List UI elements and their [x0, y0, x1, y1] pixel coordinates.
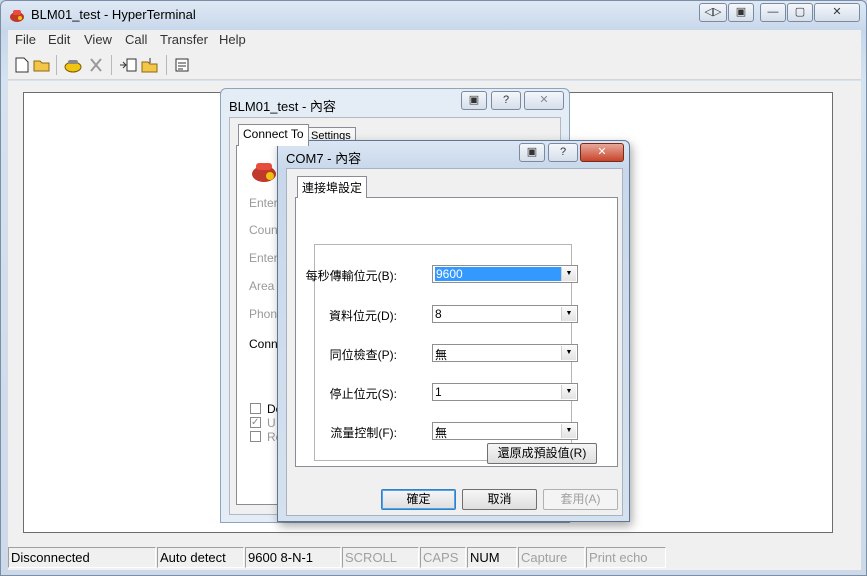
maximize-button[interactable]: ▢ — [787, 3, 813, 22]
chevron-down-icon[interactable]: ▼ — [561, 267, 576, 281]
chevron-down-icon[interactable]: ▼ — [561, 346, 576, 360]
switch-window-button[interactable]: ◁▷ — [699, 3, 727, 22]
parity-select[interactable]: 無 ▼ — [432, 344, 578, 362]
dialog-title: BLM01_test - 內容 — [229, 99, 336, 114]
dialog-context-button[interactable]: ▣ — [519, 143, 545, 162]
toolbar-separator — [111, 55, 112, 75]
menu-transfer[interactable]: Transfer — [160, 32, 208, 47]
status-capture: Capture — [518, 547, 585, 568]
title-bar[interactable]: BLM01_test - HyperTerminal ◁▷ ▣ — ▢ ✕ — [1, 1, 866, 29]
properties-icon[interactable] — [172, 55, 192, 75]
help-button[interactable]: ? — [491, 91, 521, 110]
dial-phone-icon[interactable] — [63, 55, 83, 75]
receive-file-icon[interactable] — [140, 55, 160, 75]
ok-button[interactable]: 確定 — [381, 489, 456, 510]
com-port-properties-dialog: COM7 - 內容 ▣ ? ✕ 連接埠設定 每秒傳輸位元(B): 9600 ▼ … — [277, 140, 630, 522]
status-params: 9600 8-N-1 — [245, 547, 341, 568]
dialog-title: COM7 - 內容 — [286, 151, 362, 166]
menu-edit[interactable]: Edit — [48, 32, 70, 47]
baud-rate-select[interactable]: 9600 ▼ — [432, 265, 578, 283]
dialog-close-button[interactable]: ✕ — [580, 143, 624, 162]
checkbox-label: U — [267, 416, 276, 430]
horizontal-scrollbar[interactable] — [8, 533, 861, 545]
apply-button[interactable]: 套用(A) — [543, 489, 618, 510]
close-button[interactable]: ✕ — [814, 3, 860, 22]
menu-call[interactable]: Call — [125, 32, 147, 47]
status-bar: Disconnected Auto detect 9600 8-N-1 SCRO… — [8, 545, 861, 570]
data-bits-label: 資料位元(D): — [329, 309, 397, 323]
restore-defaults-button[interactable]: 還原成預設值(R) — [487, 443, 597, 464]
chevron-down-icon[interactable]: ▼ — [561, 307, 576, 321]
menu-bar: File Edit View Call Transfer Help — [8, 30, 861, 50]
stop-bits-value: 1 — [435, 385, 442, 399]
port-settings-group: 每秒傳輸位元(B): 9600 ▼ 資料位元(D): 8 ▼ 同位檢查(P): … — [306, 244, 578, 461]
open-folder-icon[interactable] — [32, 55, 52, 75]
baud-rate-label: 每秒傳輸位元(B): — [305, 269, 397, 283]
status-print-echo: Print echo — [586, 547, 666, 568]
chevron-down-icon[interactable]: ▼ — [561, 424, 576, 438]
status-caps: CAPS — [420, 547, 466, 568]
dialog-context-button[interactable]: ▣ — [461, 91, 487, 110]
flow-control-value: 無 — [435, 426, 448, 440]
help-button[interactable]: ? — [548, 143, 578, 162]
minimize-button[interactable]: — — [760, 3, 786, 22]
status-detect: Auto detect — [157, 547, 244, 568]
dialog-body: 連接埠設定 每秒傳輸位元(B): 9600 ▼ 資料位元(D): 8 ▼ 同位檢… — [286, 168, 623, 516]
stop-bits-label: 停止位元(S): — [329, 387, 397, 401]
disconnect-icon[interactable] — [86, 55, 106, 75]
data-bits-value: 8 — [435, 307, 442, 321]
new-file-icon[interactable] — [12, 55, 32, 75]
enter-area-label: Enter — [249, 251, 278, 265]
dialog-close-button[interactable]: ✕ — [524, 91, 564, 110]
parity-label: 同位檢查(P): — [329, 348, 397, 362]
checkbox[interactable] — [250, 403, 261, 414]
baud-rate-value: 9600 — [435, 267, 561, 281]
status-connection: Disconnected — [8, 547, 156, 568]
toolbar-separator — [166, 55, 167, 75]
stop-bits-select[interactable]: 1 ▼ — [432, 383, 578, 401]
chevron-down-icon[interactable]: ▼ — [561, 385, 576, 399]
menu-help[interactable]: Help — [219, 32, 246, 47]
tab-port-settings[interactable]: 連接埠設定 — [297, 176, 368, 198]
status-scroll: SCROLL — [342, 547, 419, 568]
phone-icon — [250, 158, 280, 184]
menu-view[interactable]: View — [84, 32, 112, 47]
data-bits-select[interactable]: 8 ▼ — [432, 305, 578, 323]
flow-control-label: 流量控制(F): — [330, 426, 397, 440]
enter-details-label: Enter — [249, 196, 278, 210]
window-title: BLM01_test - HyperTerminal — [31, 7, 196, 22]
toolbar-separator — [56, 55, 57, 75]
checkbox-checked[interactable]: ✓ — [250, 417, 261, 428]
toolbar — [8, 50, 861, 80]
parity-value: 無 — [435, 348, 448, 362]
hyperterminal-app-icon — [9, 7, 25, 23]
flow-control-select[interactable]: 無 ▼ — [432, 422, 578, 440]
restore-tile-button[interactable]: ▣ — [728, 3, 754, 22]
tab-connect-to[interactable]: Connect To — [238, 124, 309, 146]
status-num: NUM — [467, 547, 517, 568]
cancel-button[interactable]: 取消 — [462, 489, 537, 510]
checkbox[interactable] — [250, 431, 261, 442]
send-file-icon[interactable] — [118, 55, 138, 75]
menu-file[interactable]: File — [15, 32, 36, 47]
